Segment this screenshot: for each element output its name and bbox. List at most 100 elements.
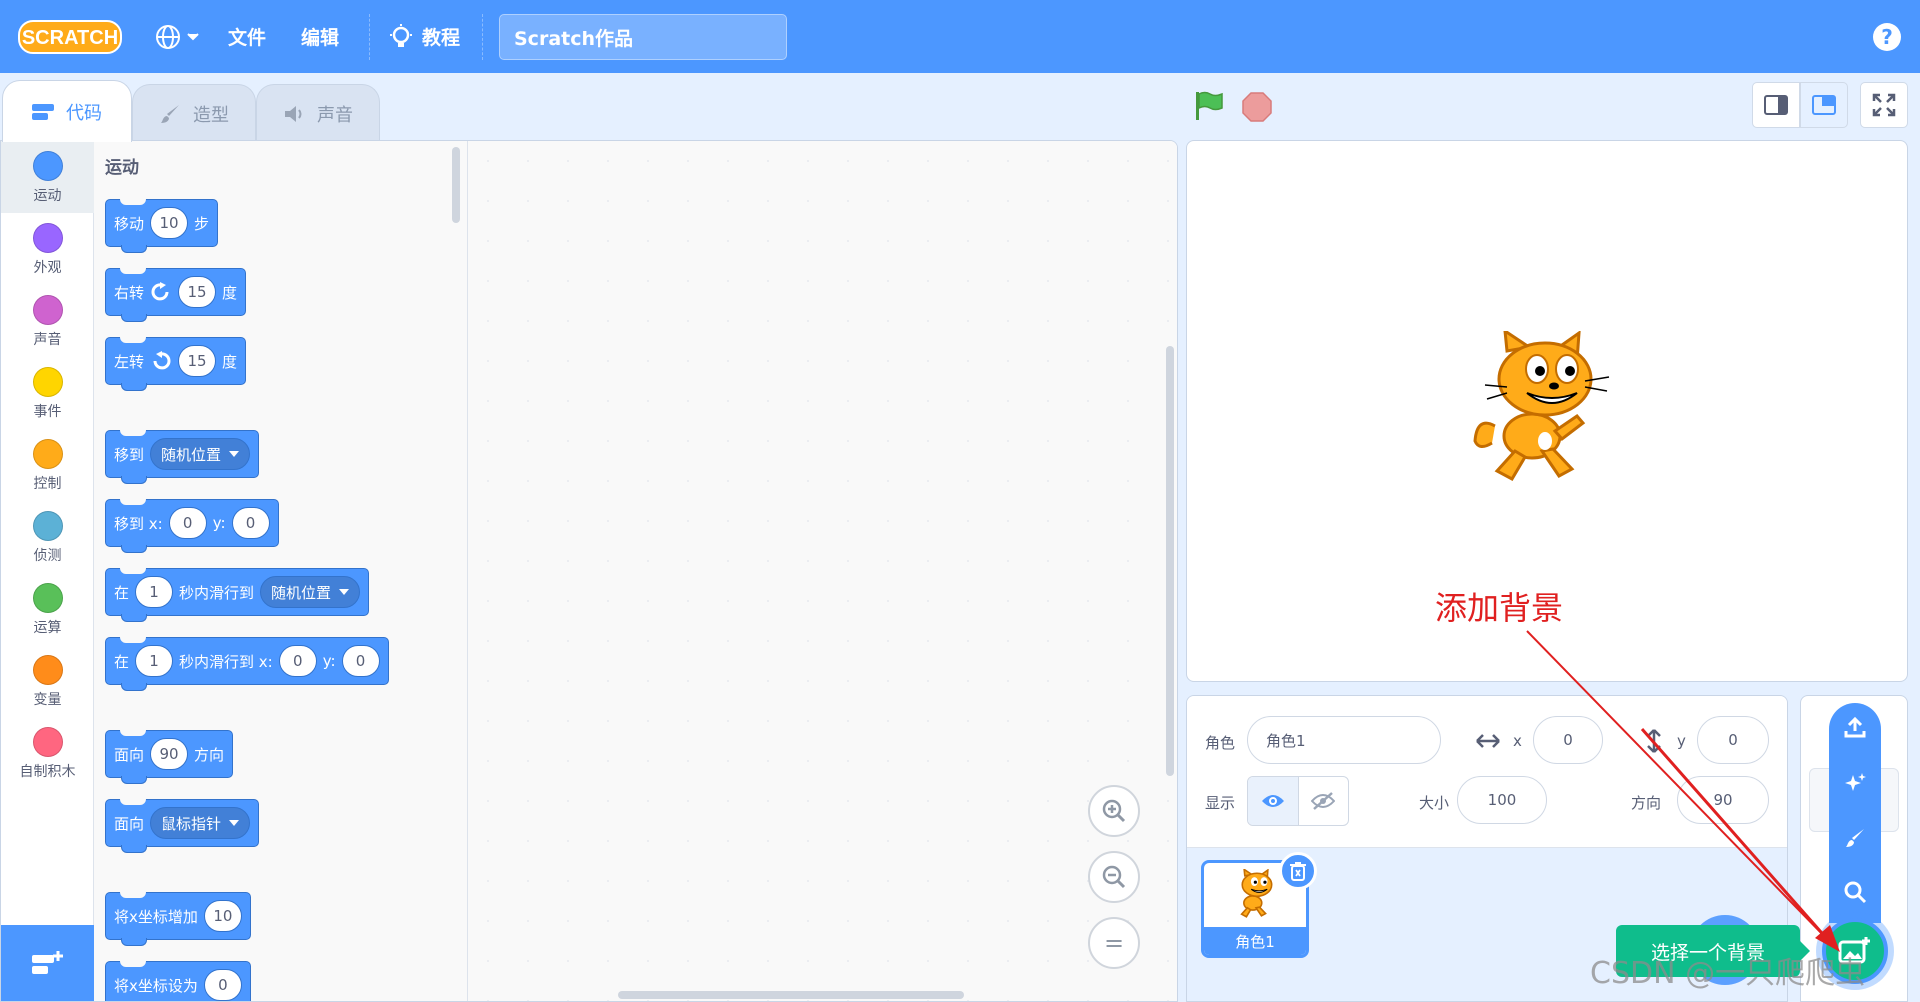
vertical-arrow-icon	[1647, 729, 1661, 753]
scratch-logo[interactable]: SCRATCH	[18, 18, 122, 56]
block-number-input[interactable]: 1	[135, 576, 174, 608]
delete-sprite-button[interactable]	[1279, 852, 1317, 890]
size-input[interactable]: 100	[1457, 776, 1547, 824]
block-goto[interactable]: 移到 随机位置	[105, 430, 260, 484]
block-point-towards[interactable]: 面向 鼠标指针	[105, 799, 260, 853]
category-dot	[32, 583, 63, 613]
green-flag-button[interactable]	[1193, 90, 1225, 126]
category-operators[interactable]: 运算	[1, 573, 94, 645]
menu-divider	[482, 14, 483, 60]
brush-icon	[161, 104, 179, 123]
tutorials-label: 教程	[422, 27, 461, 49]
fullscreen-button[interactable]	[1860, 82, 1908, 128]
sprite-name-input[interactable]: 角色1	[1247, 716, 1441, 764]
block-change-x[interactable]: 将x坐标增加 10	[105, 892, 251, 946]
size-label: 大小	[1419, 794, 1450, 812]
language-menu[interactable]	[154, 0, 200, 73]
equals-icon: =	[1103, 929, 1125, 957]
green-flag-icon	[1196, 91, 1223, 120]
edit-menu[interactable]: 编辑	[301, 0, 339, 73]
block-number-input[interactable]: 90	[150, 738, 189, 770]
category-motion[interactable]: 运动	[1, 141, 94, 213]
stop-button[interactable]	[1242, 92, 1272, 122]
tutorials-menu[interactable]: 教程	[388, 0, 460, 73]
block-text: y:	[212, 514, 226, 532]
block-dropdown[interactable]: 随机位置	[150, 438, 251, 470]
block-dropdown[interactable]: 随机位置	[260, 576, 361, 608]
zoom-out-button[interactable]	[1088, 851, 1140, 903]
caret-down-icon	[339, 589, 350, 595]
workspace-horizontal-scrollbar[interactable]	[618, 991, 964, 999]
zoom-in-button[interactable]	[1088, 785, 1140, 837]
block-number-input[interactable]: 0	[231, 507, 270, 539]
block-number-input[interactable]: 15	[178, 345, 217, 377]
surprise-backdrop-button[interactable]	[1829, 757, 1881, 809]
category-control[interactable]: 控制	[1, 429, 94, 501]
script-workspace[interactable]: =	[468, 141, 1177, 1001]
block-text: 在	[114, 652, 130, 671]
block-glide-xy[interactable]: 在 1 秒内滑行到 x: 0 y: 0	[105, 637, 389, 691]
category-looks[interactable]: 外观	[1, 213, 94, 285]
help-button[interactable]: ?	[1873, 23, 1901, 51]
block-number-input[interactable]: 10	[150, 207, 189, 239]
category-my-blocks[interactable]: 自制积木	[1, 717, 94, 789]
y-input[interactable]: 0	[1697, 716, 1769, 764]
paint-backdrop-button[interactable]	[1829, 812, 1881, 864]
dropdown-value: 鼠标指针	[161, 814, 222, 833]
workspace-vertical-scrollbar[interactable]	[1166, 346, 1174, 776]
add-extension-button[interactable]	[1, 925, 94, 1001]
block-set-x[interactable]: 将x坐标设为 0	[105, 961, 251, 1001]
cat-sprite	[1473, 331, 1610, 481]
block-glide[interactable]: 在 1 秒内滑行到 随机位置	[105, 568, 370, 622]
visibility-toggle	[1247, 776, 1349, 826]
code-area: 运动 外观 声音 事件 控制 侦测 运算 变量 自制积木 运动 移动 10 步 …	[0, 140, 1178, 1002]
add-backdrop-annotation: 添加背景	[1435, 589, 1564, 627]
small-stage-button[interactable]	[1752, 82, 1800, 128]
block-turn-right[interactable]: 右转 15 度	[105, 268, 247, 322]
logo-text: SCRATCH	[22, 27, 118, 49]
block-number-input[interactable]: 0	[203, 969, 242, 1001]
sprite-info-panel: 角色 角色1 x 0 y 0 显示 大小 100 方向 90	[1187, 696, 1787, 848]
extension-icon	[31, 951, 63, 974]
paintbrush-icon	[1846, 829, 1864, 847]
tab-code-label: 代码	[66, 102, 102, 124]
block-text: 步	[194, 214, 210, 233]
project-title-input[interactable]: Scratch作品	[499, 14, 787, 60]
category-sound[interactable]: 声音	[1, 285, 94, 357]
block-number-input[interactable]: 10	[203, 900, 242, 932]
hide-sprite-button[interactable]	[1297, 777, 1348, 825]
block-text: 度	[222, 352, 238, 371]
block-number-input[interactable]: 1	[135, 645, 174, 677]
block-point-direction[interactable]: 面向 90 方向	[105, 730, 234, 784]
rotate-right-icon	[151, 282, 169, 301]
zoom-reset-button[interactable]: =	[1088, 917, 1140, 969]
palette-scrollbar[interactable]	[452, 147, 460, 223]
block-number-input[interactable]: 0	[168, 507, 207, 539]
trash-icon	[1290, 862, 1306, 881]
block-dropdown[interactable]: 鼠标指针	[150, 807, 251, 839]
cat-sprite-thumbnail	[1240, 869, 1273, 918]
block-move-steps[interactable]: 移动 10 步	[105, 199, 219, 253]
block-palette: 运动 移动 10 步 右转 15 度 左转 15 度 移到 随机位置 移到 x:…	[94, 141, 468, 1001]
block-number-input[interactable]: 15	[178, 276, 217, 308]
block-text: 面向	[114, 745, 145, 764]
block-goto-xy[interactable]: 移到 x: 0 y: 0	[105, 499, 279, 553]
tab-code[interactable]: 代码	[2, 80, 132, 142]
tab-sounds[interactable]: 声音	[256, 84, 380, 142]
search-backdrop-button[interactable]	[1829, 866, 1881, 918]
tab-costumes[interactable]: 造型	[132, 84, 256, 142]
normal-stage-button[interactable]	[1800, 82, 1848, 128]
show-sprite-button[interactable]	[1248, 777, 1298, 825]
file-menu[interactable]: 文件	[228, 0, 266, 73]
block-turn-left[interactable]: 左转 15 度	[105, 337, 247, 391]
upload-backdrop-button[interactable]	[1829, 702, 1881, 754]
x-input[interactable]: 0	[1533, 716, 1603, 764]
block-number-input[interactable]: 0	[341, 645, 380, 677]
block-number-input[interactable]: 0	[278, 645, 317, 677]
direction-input[interactable]: 90	[1677, 776, 1769, 824]
category-variables[interactable]: 变量	[1, 645, 94, 717]
category-sensing[interactable]: 侦测	[1, 501, 94, 573]
stage-canvas[interactable]: 添加背景	[1186, 140, 1908, 682]
speaker-icon	[285, 105, 302, 122]
category-events[interactable]: 事件	[1, 357, 94, 429]
